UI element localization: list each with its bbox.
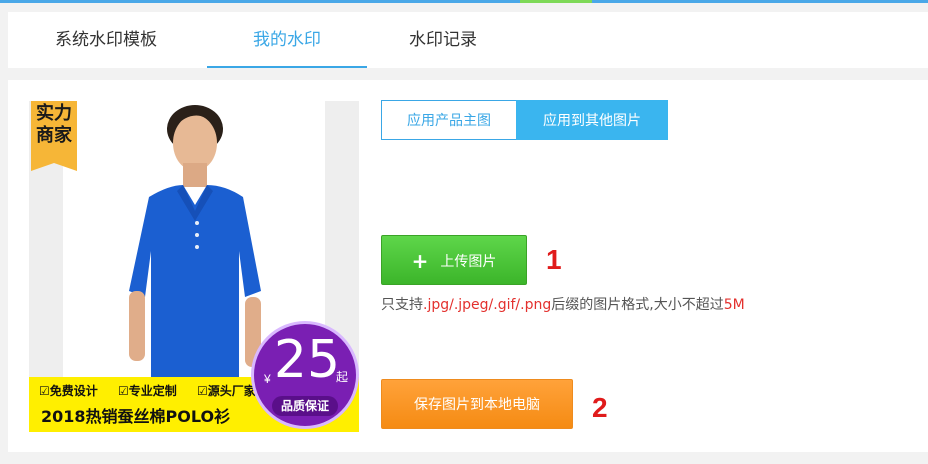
tab-watermark-records[interactable]: 水印记录 xyxy=(388,12,498,68)
step-number: 1 xyxy=(546,244,562,275)
top-line-segment xyxy=(520,0,592,3)
price-badge: ¥ 25 起 品质保证 xyxy=(251,321,359,429)
price-currency: ¥ xyxy=(264,372,271,386)
feature-list: ☑免费设计 ☑专业定制 ☑源头厂家 xyxy=(39,382,272,399)
tab-system-templates[interactable]: 系统水印模板 xyxy=(31,12,181,68)
quality-label: 品质保证 xyxy=(272,396,338,416)
top-progress-line xyxy=(0,0,928,3)
feature-text: 免费设计 xyxy=(49,384,98,398)
price-number: 25 xyxy=(273,330,341,390)
watermark-panel: 实力 商家 ☑免费设计 ☑专业定制 ☑源头厂家 2018热销蚕丝棉POLO衫 ¥… xyxy=(8,80,928,452)
hint-middle: 后缀的图片格式,大小不超过 xyxy=(551,297,724,313)
top-line-segment xyxy=(592,0,928,3)
step-number: 2 xyxy=(592,392,608,423)
plus-icon: + xyxy=(411,249,429,273)
hint-size: 5M xyxy=(723,297,745,313)
upload-hint: 只支持.jpg/.jpeg/.gif/.png后缀的图片格式,大小不超过5M xyxy=(381,294,745,314)
feature-item: ☑专业定制 xyxy=(117,384,177,398)
apply-other-images-button[interactable]: 应用到其他图片 xyxy=(516,100,668,140)
upload-image-button[interactable]: + 上传图片 xyxy=(381,235,527,285)
feature-text: 源头厂家 xyxy=(207,384,256,398)
badge-line: 商家 xyxy=(36,125,72,146)
tab-my-watermark[interactable]: 我的水印 xyxy=(207,12,367,68)
apply-main-image-button[interactable]: 应用产品主图 xyxy=(381,100,517,140)
feature-item: ☑免费设计 xyxy=(39,384,98,398)
badge-line: 实力 xyxy=(36,103,72,124)
hint-prefix: 只支持 xyxy=(381,297,423,313)
hint-formats: .jpg/.jpeg/.gif/.png xyxy=(423,297,552,313)
save-to-computer-button[interactable]: 保存图片到本地电脑 xyxy=(381,379,573,429)
top-line-segment xyxy=(0,0,520,3)
price-unit: 起 xyxy=(335,370,348,384)
feature-text: 专业定制 xyxy=(128,384,177,398)
upload-label: 上传图片 xyxy=(440,254,497,270)
merchant-badge: 实力 商家 xyxy=(31,101,77,171)
promo-headline: 2018热销蚕丝棉POLO衫 xyxy=(41,407,231,426)
tab-bar: 系统水印模板 我的水印 水印记录 xyxy=(8,12,928,68)
model-figure xyxy=(129,105,261,381)
product-preview-image: 实力 商家 ☑免费设计 ☑专业定制 ☑源头厂家 2018热销蚕丝棉POLO衫 ¥… xyxy=(29,101,359,432)
